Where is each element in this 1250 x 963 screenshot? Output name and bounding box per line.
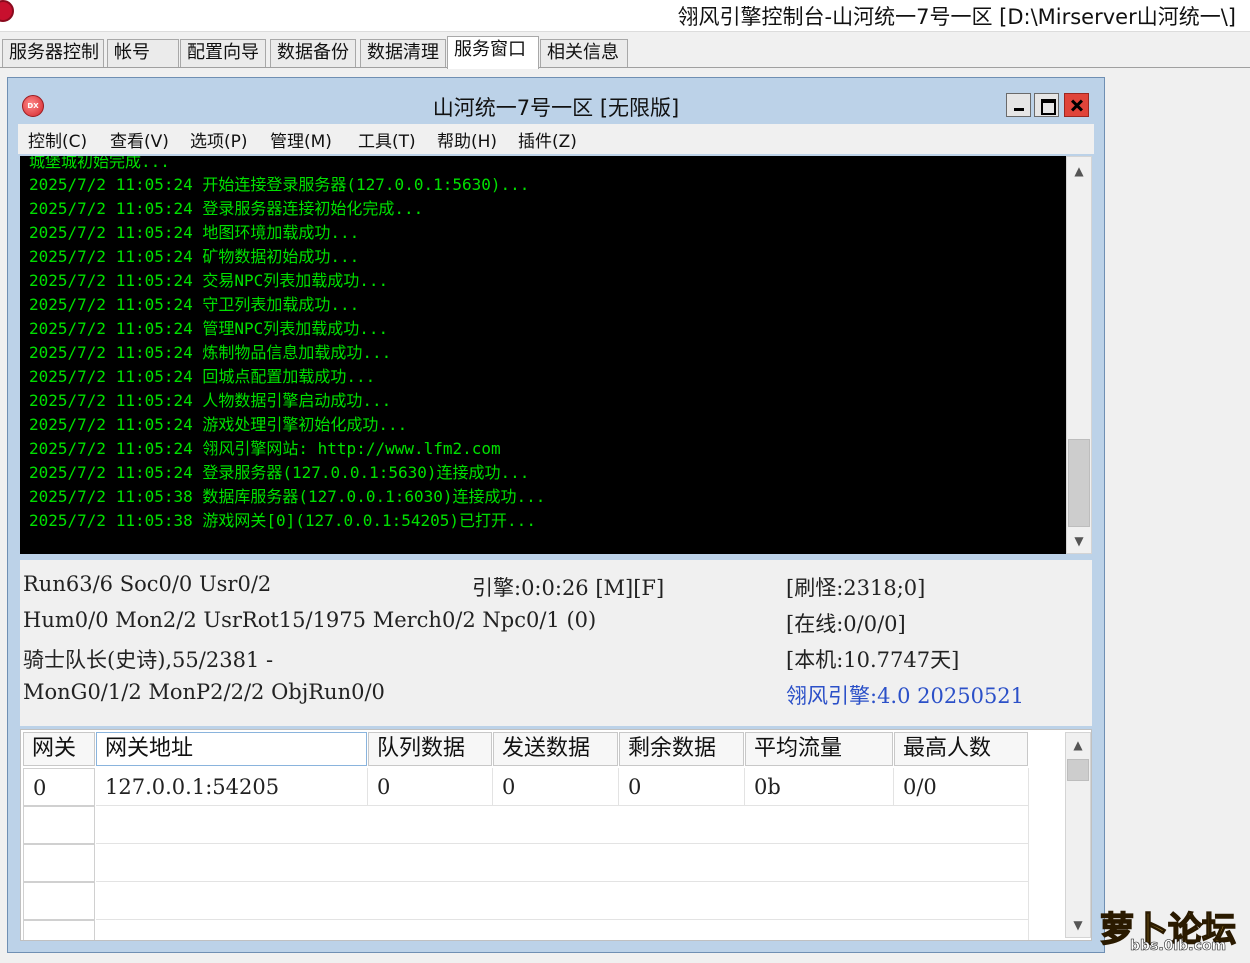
log-line: 2025/7/2 11:05:24 管理NPC列表加载成功... bbox=[29, 319, 389, 338]
status-engine-time: 引擎:0:0:26 [M][F] bbox=[472, 576, 665, 600]
scroll-thumb[interactable] bbox=[1067, 759, 1089, 781]
log-line: 2025/7/2 11:05:38 游戏网关[0](127.0.0.1:5420… bbox=[29, 511, 536, 530]
menu-bar: 控制(C) 查看(V) 选项(P) 管理(M) 工具(T) 帮助(H) 插件(Z… bbox=[18, 124, 1094, 154]
table-cell[interactable]: 0 bbox=[493, 768, 619, 806]
log-line: 2025/7/2 11:05:24 翎风引擎网站: http://www.lfm… bbox=[29, 439, 501, 458]
menu-tools[interactable]: 工具(T) bbox=[358, 127, 416, 152]
status-objects: MonG0/1/2 MonP2/2/2 ObjRun0/0 bbox=[23, 680, 385, 704]
menu-manage[interactable]: 管理(M) bbox=[270, 127, 332, 152]
log-line: 2025/7/2 11:05:24 人物数据引擎启动成功... bbox=[29, 391, 392, 410]
column-header[interactable]: 队列数据 bbox=[368, 732, 492, 766]
watermark-url: bbs.0lb.com bbox=[1130, 938, 1227, 955]
tab-account[interactable]: 帐号 bbox=[107, 39, 179, 67]
tab-server-control[interactable]: 服务器控制 bbox=[2, 39, 104, 67]
status-boss: 骑士队长(史诗),55/2381 - bbox=[23, 648, 274, 672]
table-cell[interactable]: 0 bbox=[368, 768, 493, 806]
menu-plugins[interactable]: 插件(Z) bbox=[518, 127, 577, 152]
status-panel: Run63/6 Soc0/0 Usr0/2 引擎:0:0:26 [M][F] [… bbox=[20, 560, 1092, 726]
log-line: 2025/7/2 11:05:24 交易NPC列表加载成功... bbox=[29, 271, 389, 290]
table-row-empty bbox=[96, 806, 1029, 844]
close-button[interactable] bbox=[1064, 93, 1089, 117]
app-title-bar: 翎风引擎控制台-山河统一7号一区 [D:\Mirserver山河统一\] bbox=[0, 0, 1250, 32]
log-line: 2025/7/2 11:05:24 登录服务器(127.0.0.1:5630)连… bbox=[29, 463, 530, 482]
log-line: 2025/7/2 11:05:24 游戏处理引擎初始化成功... bbox=[29, 415, 408, 434]
table-cell[interactable]: 0 bbox=[619, 768, 745, 806]
table-cell-empty bbox=[23, 844, 95, 882]
status-online: [在线:0/0/0] bbox=[786, 612, 906, 636]
minimize-button[interactable] bbox=[1006, 93, 1031, 117]
table-row-empty bbox=[96, 844, 1029, 882]
table-cell[interactable]: 127.0.0.1:54205 bbox=[96, 768, 368, 806]
log-line: 城堡城初始完成... bbox=[29, 156, 170, 171]
scroll-up-icon[interactable]: ▲ bbox=[1067, 159, 1091, 183]
scroll-down-icon[interactable]: ▼ bbox=[1067, 529, 1091, 553]
scroll-thumb[interactable] bbox=[1068, 439, 1090, 527]
app-icon bbox=[0, 0, 14, 22]
table-cell[interactable]: 0 bbox=[23, 768, 95, 806]
log-line: 2025/7/2 11:05:24 回城点配置加载成功... bbox=[29, 367, 376, 386]
tab-service-window[interactable]: 服务窗口 bbox=[447, 36, 539, 69]
log-scrollbar[interactable]: ▲ ▼ bbox=[1066, 156, 1092, 554]
table-row-empty bbox=[96, 920, 1029, 940]
menu-options[interactable]: 选项(P) bbox=[190, 127, 248, 152]
log-line: 2025/7/2 11:05:24 登录服务器连接初始化完成... bbox=[29, 199, 424, 218]
tab-config-wizard[interactable]: 配置向导 bbox=[180, 39, 266, 67]
table-scrollbar[interactable]: ▲ ▼ bbox=[1065, 732, 1091, 938]
status-run: Run63/6 Soc0/0 Usr0/2 bbox=[23, 572, 272, 596]
server-child-window: DX 山河统一7号一区 [无限版] 控制(C) 查看(V) 选项(P) 管理(M… bbox=[7, 77, 1105, 953]
table-row-empty bbox=[96, 882, 1029, 920]
tab-data-cleanup[interactable]: 数据清理 bbox=[360, 39, 446, 67]
log-line: 2025/7/2 11:05:24 炼制物品信息加载成功... bbox=[29, 343, 392, 362]
log-line: 2025/7/2 11:05:24 守卫列表加载成功... bbox=[29, 295, 360, 314]
engine-version: 翎风引擎:4.0 20250521 bbox=[786, 684, 1025, 708]
column-header[interactable]: 剩余数据 bbox=[619, 732, 744, 766]
table-cell-empty bbox=[23, 920, 95, 940]
menu-view[interactable]: 查看(V) bbox=[110, 127, 169, 152]
table-cell-empty bbox=[23, 882, 95, 920]
table-cell[interactable]: 0b bbox=[745, 768, 894, 806]
log-line: 2025/7/2 11:05:24 开始连接登录服务器(127.0.0.1:56… bbox=[29, 175, 530, 194]
gateway-table[interactable]: 网关 网关地址 队列数据 发送数据 剩余数据 平均流量 最高人数 0 127.0… bbox=[20, 729, 1092, 941]
child-title-bar: DX 山河统一7号一区 [无限版] bbox=[8, 78, 1104, 122]
tab-bar: 服务器控制 帐号 配置向导 数据备份 数据清理 服务窗口 相关信息 bbox=[0, 36, 1250, 69]
status-humans: Hum0/0 Mon2/2 UsrRot15/1975 Merch0/2 Npc… bbox=[23, 608, 597, 632]
table-cell-empty bbox=[23, 806, 95, 844]
status-monster-refresh: [刷怪:2318;0] bbox=[786, 576, 926, 600]
table-cell[interactable]: 0/0 bbox=[894, 768, 1029, 806]
forum-watermark-logo: 萝卜论坛 bbs.0lb.com bbox=[1099, 902, 1240, 956]
tab-data-backup[interactable]: 数据备份 bbox=[270, 39, 356, 67]
column-header[interactable]: 平均流量 bbox=[745, 732, 893, 766]
column-header[interactable]: 网关地址 bbox=[96, 732, 367, 766]
column-header[interactable]: 发送数据 bbox=[493, 732, 618, 766]
log-console[interactable]: 城堡城初始完成... 2025/7/2 11:05:24 开始连接登录服务器(1… bbox=[20, 156, 1066, 554]
status-local-days: [本机:10.7747天] bbox=[786, 648, 960, 672]
tab-related-info[interactable]: 相关信息 bbox=[540, 39, 628, 67]
log-line: 2025/7/2 11:05:38 数据库服务器(127.0.0.1:6030)… bbox=[29, 487, 546, 506]
maximize-button[interactable] bbox=[1034, 93, 1059, 117]
column-header[interactable]: 最高人数 bbox=[894, 732, 1028, 766]
menu-help[interactable]: 帮助(H) bbox=[437, 127, 497, 152]
column-header[interactable]: 网关 bbox=[23, 732, 95, 766]
scroll-down-icon[interactable]: ▼ bbox=[1066, 913, 1090, 937]
scroll-up-icon[interactable]: ▲ bbox=[1066, 733, 1090, 757]
child-title: 山河统一7号一区 [无限版] bbox=[432, 96, 680, 120]
log-line: 2025/7/2 11:05:24 地图环境加载成功... bbox=[29, 223, 360, 242]
log-line: 2025/7/2 11:05:24 矿物数据初始成功... bbox=[29, 247, 360, 266]
menu-control[interactable]: 控制(C) bbox=[28, 127, 87, 152]
app-title: 翎风引擎控制台-山河统一7号一区 [D:\Mirserver山河统一\] bbox=[677, 5, 1236, 29]
